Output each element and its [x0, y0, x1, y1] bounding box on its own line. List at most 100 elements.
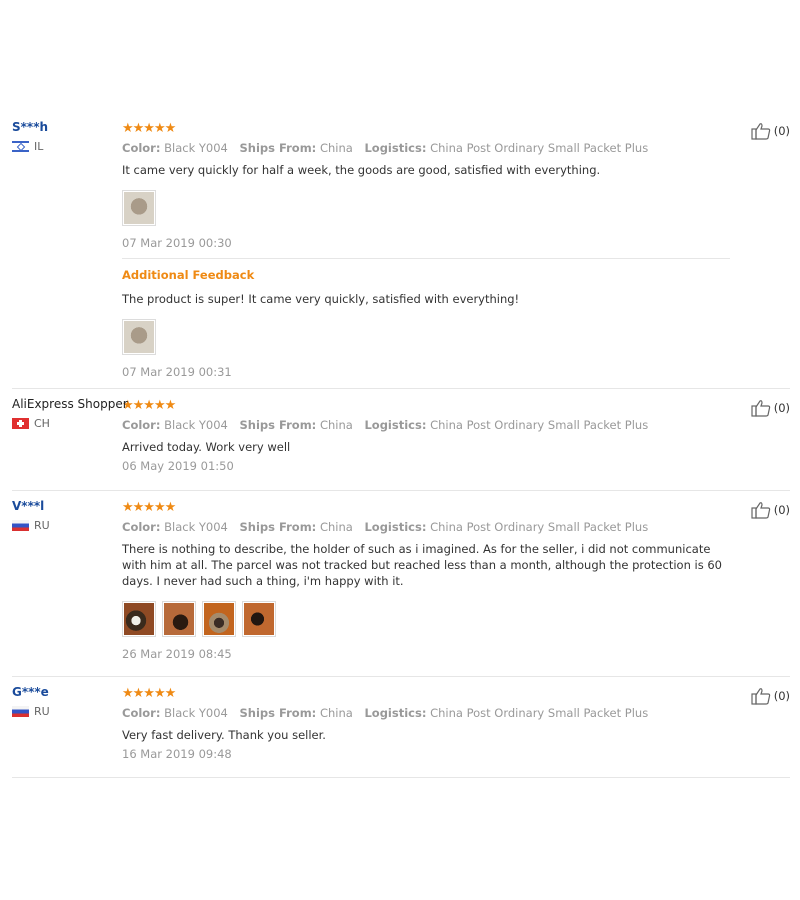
review-item: S***h IL ★★★★★ Color: Black Y004 Ships F…	[12, 112, 790, 389]
photo-image	[204, 603, 234, 635]
review-body: ★★★★★ Color: Black Y004 Ships From: Chin…	[122, 491, 790, 661]
reviewer-country: IL	[12, 140, 122, 153]
russia-flag-icon	[12, 706, 29, 717]
additional-feedback-title: Additional Feedback	[122, 268, 255, 282]
ships-from-label: Ships From:	[239, 520, 317, 534]
review-body: ★★★★★ Color: Black Y004 Ships From: Chin…	[122, 112, 790, 379]
review-date: 16 Mar 2019 09:48	[122, 747, 232, 761]
reviewer-name[interactable]: S***h	[12, 120, 122, 134]
photo-image	[124, 603, 154, 635]
logistics-value: China Post Ordinary Small Packet Plus	[430, 520, 649, 534]
ships-from-value: China	[319, 418, 353, 432]
ships-from-label: Ships From:	[239, 418, 317, 432]
helpful-count: (0)	[773, 124, 790, 138]
country-code: RU	[34, 705, 50, 718]
ships-from-label: Ships From:	[239, 706, 317, 720]
feedback-date: 07 Mar 2019 00:31	[122, 365, 232, 379]
review-text: It came very quickly for half a week, th…	[122, 163, 601, 177]
photo-image	[164, 603, 194, 635]
russia-flag-icon	[12, 520, 29, 531]
reviewer-name[interactable]: V***l	[12, 499, 122, 513]
reviewer-country: RU	[12, 705, 122, 718]
color-value: Black Y004	[164, 418, 228, 432]
reviewer-country: CH	[12, 417, 122, 430]
color-label: Color:	[122, 141, 161, 155]
thumbs-up-icon	[751, 123, 770, 140]
helpful-button[interactable]: (0)	[751, 687, 790, 705]
helpful-button[interactable]: (0)	[751, 501, 790, 519]
logistics-label: Logistics:	[364, 706, 427, 720]
review-text: There is nothing to describe, the holder…	[122, 542, 722, 588]
review-photo-thumbnail[interactable]	[122, 601, 156, 637]
country-code: IL	[34, 140, 44, 153]
photo-image	[124, 321, 154, 353]
helpful-button[interactable]: (0)	[751, 399, 790, 417]
review-item: AliExpress Shopper CH ★★★★★ Color: Black…	[12, 389, 790, 491]
review-item: G***e RU ★★★★★ Color: Black Y004 Ships F…	[12, 677, 790, 778]
switzerland-flag-icon	[12, 418, 29, 429]
ships-from-value: China	[319, 520, 353, 534]
review-text: Very fast delivery. Thank you seller.	[122, 728, 326, 742]
country-code: CH	[34, 417, 50, 430]
reviewer-info: V***l RU	[12, 499, 122, 532]
reviewer-info: AliExpress Shopper CH	[12, 397, 128, 430]
helpful-count: (0)	[773, 503, 790, 517]
order-info: Color: Black Y004 Ships From: China Logi…	[122, 141, 730, 155]
additional-feedback: Additional Feedback The product is super…	[122, 258, 730, 379]
star-rating: ★★★★★	[122, 500, 176, 515]
reviewer-info: G***e RU	[12, 685, 122, 718]
helpful-count: (0)	[773, 689, 790, 703]
review-photo-thumbnail[interactable]	[202, 601, 236, 637]
color-label: Color:	[122, 520, 161, 534]
review-item: V***l RU ★★★★★ Color: Black Y004 Ships F…	[12, 491, 790, 677]
order-info: Color: Black Y004 Ships From: China Logi…	[122, 418, 730, 432]
star-rating: ★★★★★	[122, 398, 176, 413]
order-info: Color: Black Y004 Ships From: China Logi…	[122, 520, 730, 534]
reviewer-name[interactable]: G***e	[12, 685, 122, 699]
thumbs-up-icon	[751, 400, 770, 417]
review-body: ★★★★★ Color: Black Y004 Ships From: Chin…	[122, 389, 790, 473]
reviewer-name[interactable]: AliExpress Shopper	[12, 397, 128, 411]
country-code: RU	[34, 519, 50, 532]
review-photo-thumbnail[interactable]	[242, 601, 276, 637]
reviewer-info: S***h IL	[12, 120, 122, 153]
ships-from-value: China	[319, 141, 353, 155]
reviewer-country: RU	[12, 519, 122, 532]
helpful-button[interactable]: (0)	[751, 122, 790, 140]
ships-from-value: China	[319, 706, 353, 720]
color-value: Black Y004	[164, 141, 228, 155]
color-value: Black Y004	[164, 520, 228, 534]
logistics-value: China Post Ordinary Small Packet Plus	[430, 141, 649, 155]
logistics-value: China Post Ordinary Small Packet Plus	[430, 706, 649, 720]
logistics-label: Logistics:	[364, 520, 427, 534]
reviews-list: S***h IL ★★★★★ Color: Black Y004 Ships F…	[12, 112, 790, 778]
feedback-text: The product is super! It came very quick…	[122, 292, 520, 306]
logistics-label: Logistics:	[364, 418, 427, 432]
review-body: ★★★★★ Color: Black Y004 Ships From: Chin…	[122, 677, 790, 761]
star-rating: ★★★★★	[122, 686, 176, 701]
review-photos	[122, 601, 730, 637]
review-photos	[122, 190, 730, 226]
color-label: Color:	[122, 418, 161, 432]
logistics-label: Logistics:	[364, 141, 427, 155]
order-info: Color: Black Y004 Ships From: China Logi…	[122, 706, 730, 720]
thumbs-up-icon	[751, 688, 770, 705]
review-date: 26 Mar 2019 08:45	[122, 647, 232, 661]
helpful-count: (0)	[773, 401, 790, 415]
review-photo-thumbnail[interactable]	[162, 601, 196, 637]
star-rating: ★★★★★	[122, 121, 176, 136]
photo-image	[124, 192, 154, 224]
thumbs-up-icon	[751, 502, 770, 519]
review-date: 06 May 2019 01:50	[122, 459, 234, 473]
feedback-photo-thumbnail[interactable]	[122, 319, 156, 355]
logistics-value: China Post Ordinary Small Packet Plus	[430, 418, 649, 432]
color-label: Color:	[122, 706, 161, 720]
israel-flag-icon	[12, 141, 29, 152]
review-photo-thumbnail[interactable]	[122, 190, 156, 226]
ships-from-label: Ships From:	[239, 141, 317, 155]
color-value: Black Y004	[164, 706, 228, 720]
review-date: 07 Mar 2019 00:30	[122, 236, 232, 250]
review-text: Arrived today. Work very well	[122, 440, 291, 454]
photo-image	[244, 603, 274, 635]
feedback-photos	[122, 319, 730, 355]
